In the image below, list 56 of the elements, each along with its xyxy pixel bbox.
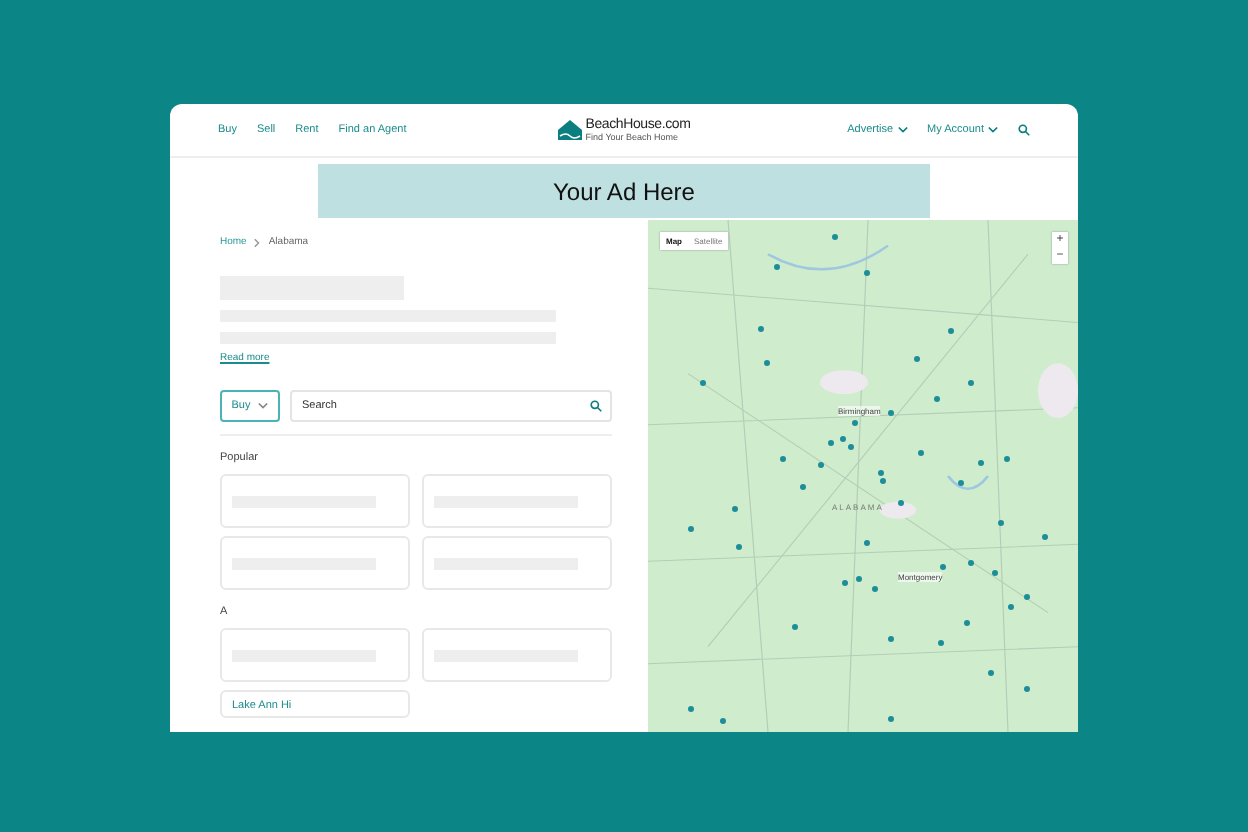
map-pin[interactable] [792, 624, 798, 630]
house-logo-icon [557, 120, 582, 140]
map-pin[interactable] [888, 716, 894, 722]
chevron-icon [254, 237, 261, 247]
map-pin[interactable] [1024, 686, 1030, 692]
map-pin[interactable] [978, 460, 984, 466]
map-pin[interactable] [880, 478, 886, 484]
map-pin[interactable] [832, 234, 838, 240]
map-pin[interactable] [856, 576, 862, 582]
map-pin[interactable] [780, 456, 786, 462]
map-pin[interactable] [848, 444, 854, 450]
map-pin[interactable] [914, 356, 920, 362]
map-pin[interactable] [1004, 456, 1010, 462]
map-pin[interactable] [888, 410, 894, 416]
map-pin[interactable] [918, 450, 924, 456]
map-pin[interactable] [720, 718, 726, 724]
map-pin[interactable] [688, 706, 694, 712]
map-pin[interactable] [700, 380, 706, 386]
ad-banner[interactable]: Your Ad Here [318, 164, 930, 218]
map-pin[interactable] [964, 620, 970, 626]
map-pin[interactable] [758, 326, 764, 332]
search-icon[interactable] [590, 400, 602, 412]
map-pin[interactable] [938, 640, 944, 646]
search-icon[interactable] [1017, 124, 1030, 136]
map-pin[interactable] [688, 526, 694, 532]
map-pin[interactable] [1024, 594, 1030, 600]
map-pin[interactable] [992, 570, 998, 576]
map-pin[interactable] [872, 586, 878, 592]
map-pin[interactable] [898, 500, 904, 506]
map-pin[interactable] [968, 560, 974, 566]
map-pin[interactable] [948, 328, 954, 334]
map-pin[interactable] [940, 564, 946, 570]
map-pin[interactable] [828, 440, 834, 446]
map-pin[interactable] [764, 360, 770, 366]
map-pin[interactable] [818, 462, 824, 468]
map-pin[interactable] [988, 670, 994, 676]
map-pin[interactable] [878, 470, 884, 476]
map-pin[interactable] [864, 540, 870, 546]
map-pin[interactable] [1042, 534, 1048, 540]
map-pin[interactable] [934, 396, 940, 402]
map-pin[interactable] [732, 506, 738, 512]
chevron-down-icon[interactable] [987, 126, 998, 134]
map-pin[interactable] [888, 636, 894, 642]
map-pin[interactable] [852, 420, 858, 426]
map-pin[interactable] [842, 580, 848, 586]
map-pin[interactable] [968, 380, 974, 386]
map-pin[interactable] [736, 544, 742, 550]
chevron-down-icon [258, 402, 269, 410]
map-pin[interactable] [774, 264, 780, 270]
map-pin[interactable] [864, 270, 870, 276]
map-pin[interactable] [800, 484, 806, 490]
map-pin[interactable] [958, 480, 964, 486]
map-pin[interactable] [998, 520, 1004, 526]
map-pin[interactable] [1008, 604, 1014, 610]
chevron-down-icon[interactable] [897, 126, 908, 134]
map-pin[interactable] [840, 436, 846, 442]
